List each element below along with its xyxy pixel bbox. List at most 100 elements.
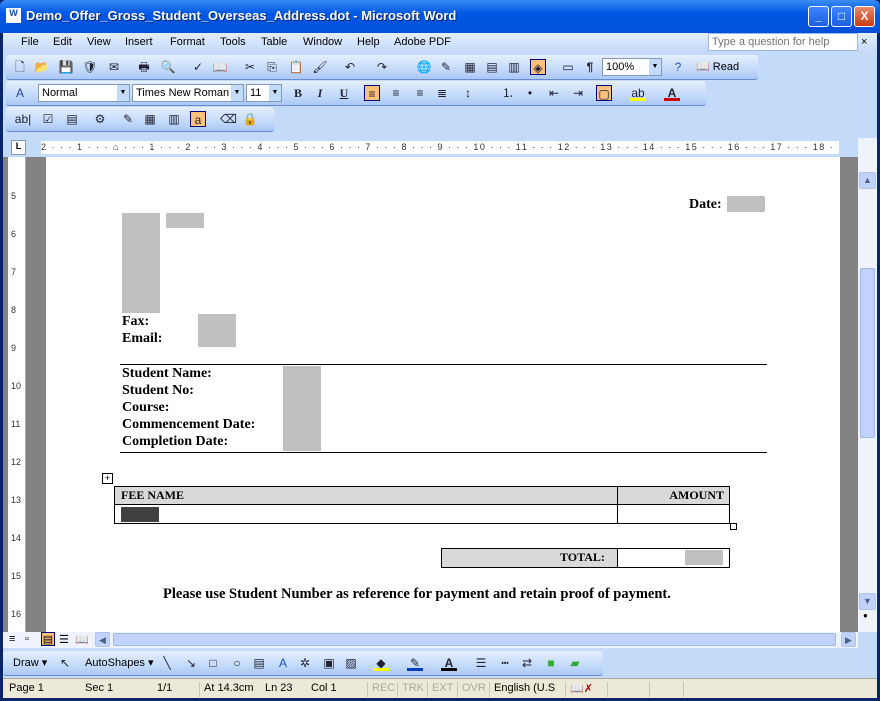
field-options-icon[interactable]: ⚙ (92, 111, 108, 127)
font-size-combo[interactable]: 11 ▼ (246, 84, 282, 102)
arrow-style-icon[interactable]: ⇄ (519, 655, 535, 671)
status-rec[interactable]: REC (367, 682, 395, 697)
read-button[interactable]: 📖 Read (696, 60, 739, 73)
format-painter-icon[interactable]: 🖌 (312, 59, 328, 75)
align-right-icon[interactable]: ≡ (412, 85, 428, 101)
horizontal-ruler[interactable]: L 2 · · · 1 · · · ⌂ · · · 1 · · · 2 · · … (3, 138, 877, 157)
menu-window[interactable]: Window (303, 36, 342, 48)
table-move-handle-icon[interactable]: + (102, 473, 113, 484)
cut-icon[interactable]: ✂ (242, 59, 258, 75)
permission-icon[interactable]: 🛡 (82, 59, 98, 75)
font-combo[interactable]: Times New Roman ▼ (132, 84, 244, 102)
vertical-ruler[interactable]: 5 6 7 8 9 10 11 12 13 14 15 16 (8, 157, 26, 632)
3d-icon[interactable]: ▰ (567, 655, 583, 671)
name-field[interactable] (166, 213, 204, 228)
table-resize-handle[interactable] (730, 523, 737, 530)
menu-edit[interactable]: Edit (53, 36, 72, 48)
scroll-down-icon[interactable]: ▼ (859, 593, 876, 610)
outline-view-icon[interactable]: ☰ (59, 633, 69, 646)
research-icon[interactable]: 📖 (212, 59, 228, 75)
student-details-field[interactable] (283, 366, 321, 451)
columns-icon[interactable]: ▥ (506, 59, 522, 75)
close-document-icon[interactable]: × (861, 36, 867, 48)
reset-form-fields-icon[interactable]: ⌫ (220, 111, 237, 127)
maximize-button[interactable]: □ (831, 6, 852, 27)
border-icon[interactable]: ▢ (596, 85, 612, 101)
zoom-combo[interactable]: 100% ▼ (602, 58, 662, 76)
show-hide-icon[interactable]: ¶ (582, 59, 598, 75)
date-field[interactable] (727, 196, 765, 212)
hyperlink-icon[interactable]: 🌐 (416, 59, 432, 75)
highlight-icon[interactable]: ab (630, 85, 646, 101)
align-center-icon[interactable]: ≡ (388, 85, 404, 101)
chevron-down-icon[interactable]: ▼ (649, 59, 661, 75)
new-icon[interactable]: 🗋 (12, 59, 28, 75)
horizontal-scrollbar[interactable]: ≡ ▫ ▤ ☰ 📖 ◀ ▶ (3, 632, 858, 648)
justify-icon[interactable]: ≣ (434, 85, 450, 101)
draw-table-icon[interactable]: ✎ (120, 111, 136, 127)
spelling-status-icon[interactable]: 📖✗ (565, 682, 593, 697)
bullets-icon[interactable]: • (522, 85, 538, 101)
word-app-icon[interactable]: W (6, 8, 21, 23)
increase-indent-icon[interactable]: ⇥ (570, 85, 586, 101)
line-style-icon[interactable]: ☰ (473, 655, 489, 671)
chevron-down-icon[interactable]: ▼ (269, 85, 281, 101)
decrease-indent-icon[interactable]: ⇤ (546, 85, 562, 101)
italic-button[interactable]: I (312, 85, 328, 101)
scroll-right-icon[interactable]: ▶ (841, 632, 856, 647)
menu-view[interactable]: View (87, 36, 111, 48)
menu-table[interactable]: Table (261, 36, 287, 48)
menu-adobe-pdf[interactable]: Adobe PDF (394, 36, 451, 48)
open-icon[interactable]: 📂 (34, 59, 50, 75)
insert-excel-icon[interactable]: ▤ (484, 59, 500, 75)
form-field-shading-icon[interactable]: a (190, 111, 206, 127)
textbox-icon[interactable]: ▤ (251, 655, 267, 671)
dropdown-field-icon[interactable]: ▤ (64, 111, 80, 127)
horizontal-scroll-thumb[interactable] (113, 633, 836, 646)
clipart-icon[interactable]: ▣ (321, 655, 337, 671)
tables-borders-icon[interactable]: ✎ (438, 59, 454, 75)
checkbox-field-icon[interactable]: ☑ (40, 111, 56, 127)
numbering-icon[interactable]: ⒈ (500, 85, 516, 101)
status-ext[interactable]: EXT (427, 682, 453, 697)
vertical-scrollbar[interactable]: ▲ ▼ ● (858, 138, 877, 632)
menu-tools[interactable]: Tools (220, 36, 246, 48)
line-icon[interactable]: ╲ (159, 655, 175, 671)
draw-menu[interactable]: Draw ▾ (13, 656, 47, 669)
close-button[interactable]: X (854, 6, 875, 27)
scroll-up-icon[interactable]: ▲ (859, 172, 876, 189)
text-form-field-icon[interactable]: ab| (12, 111, 34, 127)
drawing-icon[interactable]: ◈ (530, 59, 546, 75)
protect-form-icon[interactable]: 🔒 (242, 111, 258, 127)
email-icon[interactable]: ✉ (106, 59, 122, 75)
print-preview-icon[interactable]: 🔍 (160, 59, 176, 75)
normal-view-icon[interactable]: ≡ (9, 633, 15, 645)
tab-selector[interactable]: L (11, 140, 26, 155)
previous-page-icon[interactable]: ● (863, 611, 868, 620)
wordart-icon[interactable]: A (275, 655, 291, 671)
arrow-icon[interactable]: ↘ (183, 655, 199, 671)
web-layout-icon[interactable]: ▫ (25, 633, 29, 645)
insert-table-icon[interactable]: ▦ (142, 111, 158, 127)
copy-icon[interactable]: ⎘ (264, 59, 280, 75)
reading-layout-icon[interactable]: 📖 (75, 633, 89, 646)
dash-style-icon[interactable]: ┅ (497, 655, 513, 671)
insert-frame-icon[interactable]: ▥ (166, 111, 182, 127)
select-objects-icon[interactable]: ↖ (57, 655, 73, 671)
align-left-icon[interactable]: ≡ (364, 85, 380, 101)
paste-icon[interactable]: 📋 (288, 59, 304, 75)
redo-icon[interactable]: ↷ (374, 59, 390, 75)
underline-button[interactable]: U (336, 85, 352, 101)
bold-button[interactable]: B (290, 85, 306, 101)
rectangle-icon[interactable]: □ (205, 655, 221, 671)
print-layout-icon[interactable]: ▤ (41, 632, 55, 646)
save-icon[interactable]: 💾 (58, 59, 74, 75)
help-search-input[interactable] (708, 33, 858, 51)
menu-file[interactable]: File (21, 36, 39, 48)
status-ovr[interactable]: OVR (457, 682, 486, 697)
font-color-icon[interactable]: A (441, 655, 457, 671)
fax-email-field[interactable] (198, 314, 236, 347)
chevron-down-icon[interactable]: ▼ (231, 85, 243, 101)
status-trk[interactable]: TRK (397, 682, 424, 697)
address-field[interactable] (122, 213, 160, 313)
